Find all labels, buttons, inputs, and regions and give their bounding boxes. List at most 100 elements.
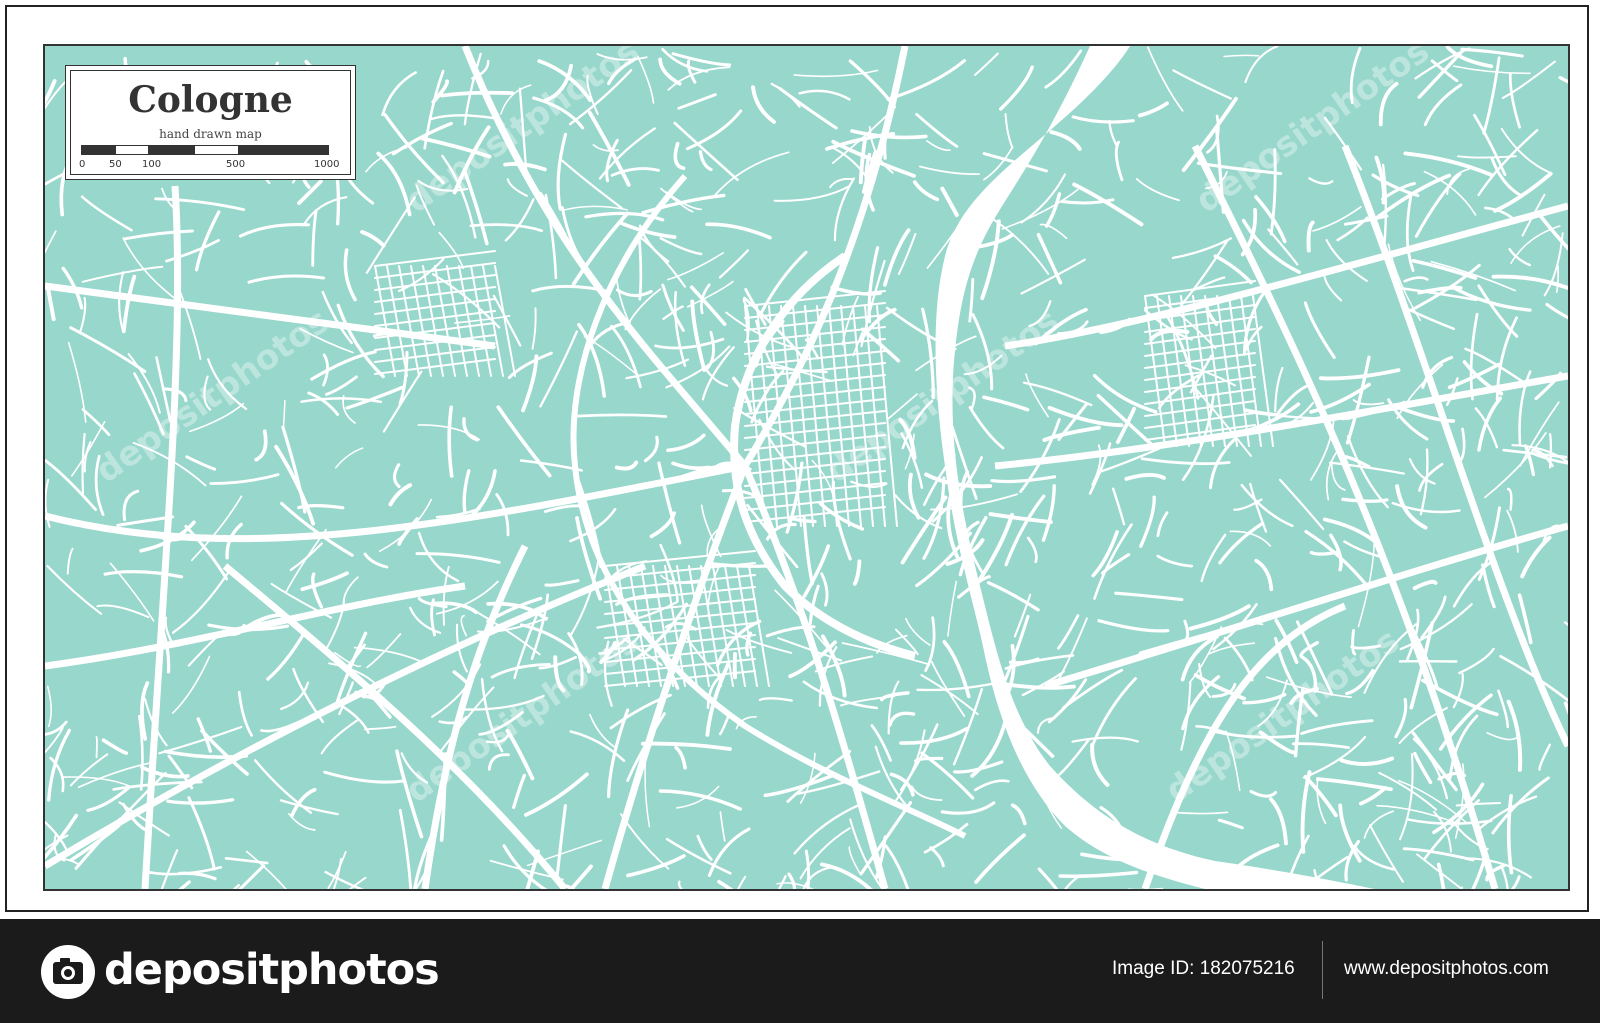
- minor-street: [1349, 46, 1362, 104]
- minor-street: [116, 515, 175, 527]
- minor-street: [673, 121, 739, 182]
- minor-street: [62, 776, 131, 787]
- minor-street: [1225, 730, 1241, 792]
- minor-street: [814, 655, 874, 673]
- minor-street: [254, 759, 313, 814]
- minor-street: [1090, 742, 1110, 787]
- minor-street: [1413, 751, 1433, 785]
- minor-street: [300, 397, 383, 404]
- minor-street: [920, 751, 975, 800]
- minor-street: [1477, 396, 1503, 452]
- minor-street: [140, 681, 150, 741]
- minor-street: [1316, 777, 1393, 792]
- minor-street: [178, 871, 217, 881]
- minor-street: [524, 772, 589, 817]
- minor-street: [1469, 312, 1479, 401]
- minor-street: [69, 326, 147, 373]
- minor-street: [46, 564, 103, 615]
- minor-street: [300, 571, 349, 592]
- minor-street: [307, 391, 340, 416]
- minor-street: [658, 57, 682, 86]
- map-title: Cologne: [128, 79, 293, 121]
- minor-street: [532, 96, 585, 130]
- minor-street: [1405, 192, 1415, 272]
- minor-street: [1299, 654, 1318, 693]
- minor-street: [1446, 168, 1471, 196]
- minor-street: [417, 531, 460, 583]
- grid-street: [1144, 376, 1256, 393]
- minor-street: [1399, 753, 1414, 841]
- minor-street: [1323, 276, 1343, 302]
- minor-street: [280, 681, 310, 711]
- minor-street: [121, 274, 137, 334]
- minor-street: [505, 728, 535, 781]
- minor-street: [392, 463, 401, 489]
- minor-street: [478, 711, 524, 736]
- minor-street: [973, 52, 999, 76]
- minor-street: [1477, 284, 1519, 338]
- minor-street: [971, 313, 994, 391]
- minor-street: [1457, 155, 1517, 159]
- scale-label: 100: [142, 159, 162, 170]
- minor-street: [177, 287, 202, 360]
- minor-street: [1458, 647, 1495, 675]
- minor-street: [297, 179, 323, 205]
- minor-street: [281, 425, 307, 514]
- minor-street: [1004, 494, 1046, 567]
- minor-street: [1369, 824, 1404, 883]
- minor-street: [888, 711, 916, 727]
- minor-street: [254, 429, 268, 462]
- minor-street: [1417, 47, 1466, 99]
- site-link[interactable]: www.depositphotos.com: [1344, 958, 1549, 980]
- minor-street: [238, 222, 310, 238]
- minor-street: [185, 455, 217, 471]
- minor-street: [154, 197, 246, 211]
- minor-street: [912, 180, 940, 202]
- minor-street: [430, 114, 495, 121]
- minor-street: [689, 285, 727, 326]
- minor-street: [45, 459, 97, 511]
- grid-street: [744, 434, 886, 451]
- minor-street: [637, 55, 655, 104]
- minor-street: [880, 691, 910, 702]
- minor-street: [1403, 151, 1494, 177]
- minor-street: [818, 501, 865, 531]
- minor-street: [334, 447, 364, 469]
- minor-street: [398, 808, 413, 889]
- minor-street: [968, 406, 1005, 450]
- minor-street: [921, 307, 935, 400]
- minor-street: [718, 713, 731, 736]
- minor-street: [321, 290, 353, 345]
- minor-street: [80, 195, 133, 232]
- minor-street: [189, 402, 245, 433]
- minor-street: [1266, 676, 1352, 698]
- minor-street: [1137, 101, 1169, 118]
- grid-street: [446, 265, 468, 377]
- minor-street: [452, 125, 491, 195]
- minor-street: [124, 229, 194, 241]
- minor-street: [1491, 776, 1550, 835]
- minor-street: [1539, 214, 1568, 251]
- minor-street: [1060, 198, 1115, 205]
- minor-street: [311, 209, 318, 267]
- minor-street: [382, 370, 423, 433]
- minor-street: [696, 834, 713, 861]
- minor-street: [376, 151, 412, 217]
- minor-street: [1156, 511, 1169, 538]
- minor-street: [1345, 355, 1371, 445]
- minor-street: [910, 785, 943, 802]
- minor-street: [1506, 487, 1513, 511]
- minor-street: [1563, 621, 1568, 627]
- minor-street: [1114, 140, 1124, 182]
- minor-street: [440, 90, 514, 98]
- brand-logo-text[interactable]: depositphotos: [104, 945, 440, 995]
- grid-street: [744, 470, 886, 487]
- minor-street: [336, 303, 385, 379]
- minor-street: [1269, 797, 1288, 846]
- minor-street: [1004, 113, 1014, 149]
- minor-street: [69, 753, 109, 787]
- minor-street: [1486, 732, 1518, 741]
- minor-street: [103, 570, 184, 579]
- minor-street: [940, 186, 959, 217]
- grid-street: [616, 565, 638, 687]
